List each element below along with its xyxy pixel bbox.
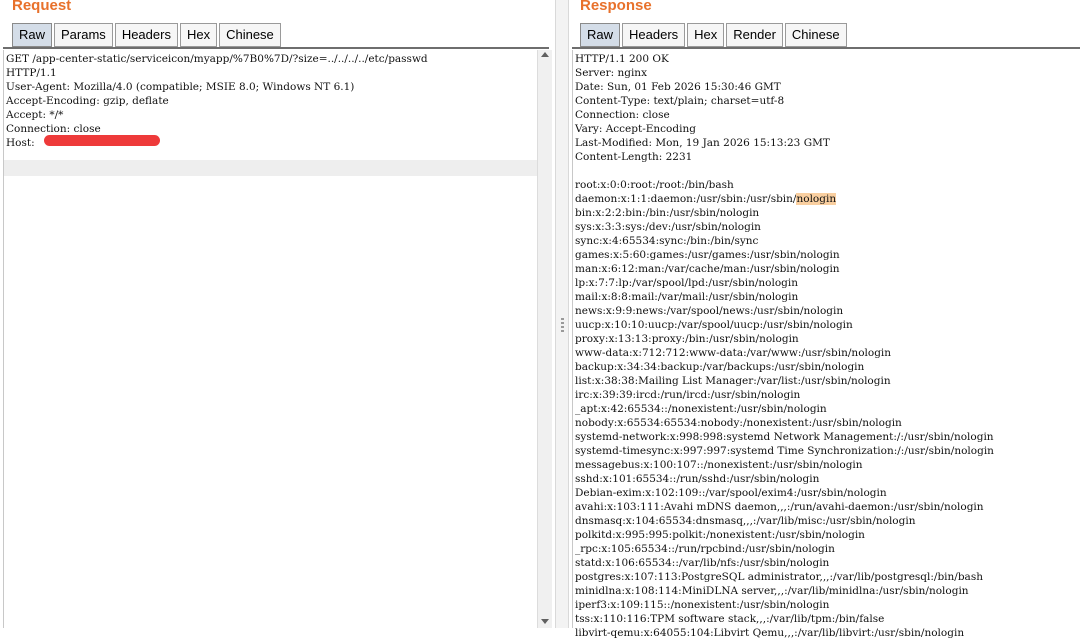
response-body-line: statd:x:106:65534::/var/lib/nfs:/usr/sbi… bbox=[575, 557, 830, 569]
response-body-line: list:x:38:38:Mailing List Manager:/var/l… bbox=[575, 375, 891, 387]
response-body-line: _rpc:x:105:65534::/run/rpcbind:/usr/sbin… bbox=[575, 543, 835, 555]
request-tab-params[interactable]: Params bbox=[54, 23, 113, 47]
response-tabs-divider bbox=[572, 47, 1080, 49]
response-header-line: Vary: Accept-Encoding bbox=[575, 123, 696, 135]
response-body-line: www-data:x:712:712:www-data:/var/www:/us… bbox=[575, 347, 892, 359]
response-body-line: Debian-exim:x:102:109::/var/spool/exim4:… bbox=[575, 487, 887, 499]
request-line: HTTP/1.1 bbox=[6, 67, 57, 79]
response-header-line: HTTP/1.1 200 OK bbox=[575, 53, 669, 65]
request-tab-chinese[interactable]: Chinese bbox=[219, 23, 281, 47]
response-body-line: irc:x:39:39:ircd:/run/ircd:/usr/sbin/nol… bbox=[575, 389, 801, 401]
splitter-grip-icon bbox=[561, 322, 564, 324]
response-body-text: daemon:x:1:1:daemon:/usr/sbin:/usr/sbin/ bbox=[575, 193, 797, 205]
response-body-line: minidlna:x:108:114:MiniDLNA server,,,:/v… bbox=[575, 585, 969, 597]
editor-end-band bbox=[4, 160, 537, 176]
search-highlight: nologin bbox=[796, 193, 837, 205]
splitter-grip-icon bbox=[561, 330, 564, 332]
response-body-line: sys:x:3:3:sys:/dev:/usr/sbin/nologin bbox=[575, 221, 761, 233]
response-body-line: dnsmasq:x:104:65534:dnsmasq,,,:/var/lib/… bbox=[575, 515, 916, 527]
response-body-line: _apt:x:42:65534::/nonexistent:/usr/sbin/… bbox=[575, 403, 827, 415]
response-pane: Response Raw Headers Hex Render Chinese … bbox=[569, 0, 1080, 639]
splitter-grip-icon bbox=[561, 326, 564, 328]
response-header-line: Content-Length: 2231 bbox=[575, 151, 693, 163]
response-body-line: backup:x:34:34:backup:/var/backups:/usr/… bbox=[575, 361, 865, 373]
response-header-line: Last-Modified: Mon, 19 Jan 2026 15:13:23… bbox=[575, 137, 830, 149]
response-header-line: Connection: close bbox=[575, 109, 670, 121]
response-tab-render[interactable]: Render bbox=[726, 23, 783, 47]
request-pane: Request Raw Params Headers Hex Chinese G… bbox=[0, 0, 555, 628]
request-tab-hex[interactable]: Hex bbox=[179, 23, 218, 47]
request-line: Accept-Encoding: gzip, deflate bbox=[6, 95, 169, 107]
response-body-line: news:x:9:9:news:/var/spool/news:/usr/sbi… bbox=[575, 305, 844, 317]
request-tabs: Raw Params Headers Hex Chinese bbox=[12, 23, 283, 47]
redacted-host-mark bbox=[44, 135, 160, 146]
response-tab-headers[interactable]: Headers bbox=[622, 23, 686, 47]
request-line: Connection: close bbox=[6, 123, 101, 135]
response-body-line: systemd-timesync:x:997:997:systemd Time … bbox=[575, 445, 994, 457]
request-title: Request bbox=[12, 0, 72, 14]
response-body-line: postgres:x:107:113:PostgreSQL administra… bbox=[575, 571, 983, 583]
request-line: Accept: */* bbox=[6, 109, 64, 121]
response-body-line: games:x:5:60:games:/usr/games:/usr/sbin/… bbox=[575, 249, 840, 261]
pane-splitter[interactable] bbox=[555, 0, 569, 628]
response-body-line: sshd:x:101:65534::/run/sshd:/usr/sbin/no… bbox=[575, 473, 820, 485]
response-header-line: Content-Type: text/plain; charset=utf-8 bbox=[575, 95, 785, 107]
response-header-line: Server: nginx bbox=[575, 67, 647, 79]
response-body-line: uucp:x:10:10:uucp:/var/spool/uucp:/usr/s… bbox=[575, 319, 853, 331]
response-body-line: messagebus:x:100:107::/nonexistent:/usr/… bbox=[575, 459, 863, 471]
response-tab-chinese[interactable]: Chinese bbox=[784, 23, 847, 47]
response-body-line: man:x:6:12:man:/var/cache/man:/usr/sbin/… bbox=[575, 263, 840, 275]
request-line: User-Agent: Mozilla/4.0 (compatible; MSI… bbox=[6, 81, 355, 93]
response-tab-hex[interactable]: Hex bbox=[687, 23, 725, 47]
response-editor[interactable]: HTTP/1.1 200 OK Server: nginx Date: Sun,… bbox=[572, 50, 1080, 639]
response-body-line: nobody:x:65534:65534:nobody:/nonexistent… bbox=[575, 417, 902, 429]
response-body-line: tss:x:110:116:TPM software stack,,,:/var… bbox=[575, 613, 885, 625]
response-body-line: libvirt-qemu:x:64055:104:Libvirt Qemu,,,… bbox=[575, 627, 965, 639]
scroll-down-arrow-icon[interactable] bbox=[541, 619, 549, 624]
request-line: Host: bbox=[6, 137, 38, 149]
response-body-line: sync:x:4:65534:sync:/bin:/bin/sync bbox=[575, 235, 759, 247]
response-body-line: polkitd:x:995:995:polkit:/nonexistent:/u… bbox=[575, 529, 865, 541]
response-body-line: proxy:x:13:13:proxy:/bin:/usr/sbin/nolog… bbox=[575, 333, 799, 345]
splitter-grip-icon bbox=[561, 318, 564, 320]
request-editor[interactable]: GET /app-center-static/serviceicon/myapp… bbox=[3, 50, 538, 628]
response-header-line: Date: Sun, 01 Feb 2026 15:30:46 GMT bbox=[575, 81, 781, 93]
request-tabs-divider bbox=[3, 47, 549, 49]
response-tabs: Raw Headers Hex Render Chinese bbox=[580, 23, 849, 47]
response-body-line: iperf3:x:109:115::/nonexistent:/usr/sbin… bbox=[575, 599, 830, 611]
response-body-line: bin:x:2:2:bin:/bin:/usr/sbin/nologin bbox=[575, 207, 760, 219]
response-tab-raw[interactable]: Raw bbox=[580, 23, 621, 47]
response-body-line: root:x:0:0:root:/root:/bin/bash bbox=[575, 179, 734, 191]
scroll-up-arrow-icon[interactable] bbox=[541, 52, 549, 57]
response-body-line: daemon:x:1:1:daemon:/usr/sbin:/usr/sbin/… bbox=[575, 192, 837, 206]
request-tab-raw[interactable]: Raw bbox=[12, 23, 53, 47]
response-body-line: systemd-network:x:998:998:systemd Networ… bbox=[575, 431, 994, 443]
request-tab-headers[interactable]: Headers bbox=[114, 23, 178, 47]
response-body-line: lp:x:7:7:lp:/var/spool/lpd:/usr/sbin/nol… bbox=[575, 277, 799, 289]
response-title: Response bbox=[580, 0, 652, 14]
response-body-line: mail:x:8:8:mail:/var/mail:/usr/sbin/nolo… bbox=[575, 291, 799, 303]
request-scrollbar[interactable] bbox=[537, 50, 552, 628]
response-body-line: avahi:x:103:111:Avahi mDNS daemon,,,:/ru… bbox=[575, 501, 984, 513]
request-line: GET /app-center-static/serviceicon/myapp… bbox=[6, 53, 428, 65]
